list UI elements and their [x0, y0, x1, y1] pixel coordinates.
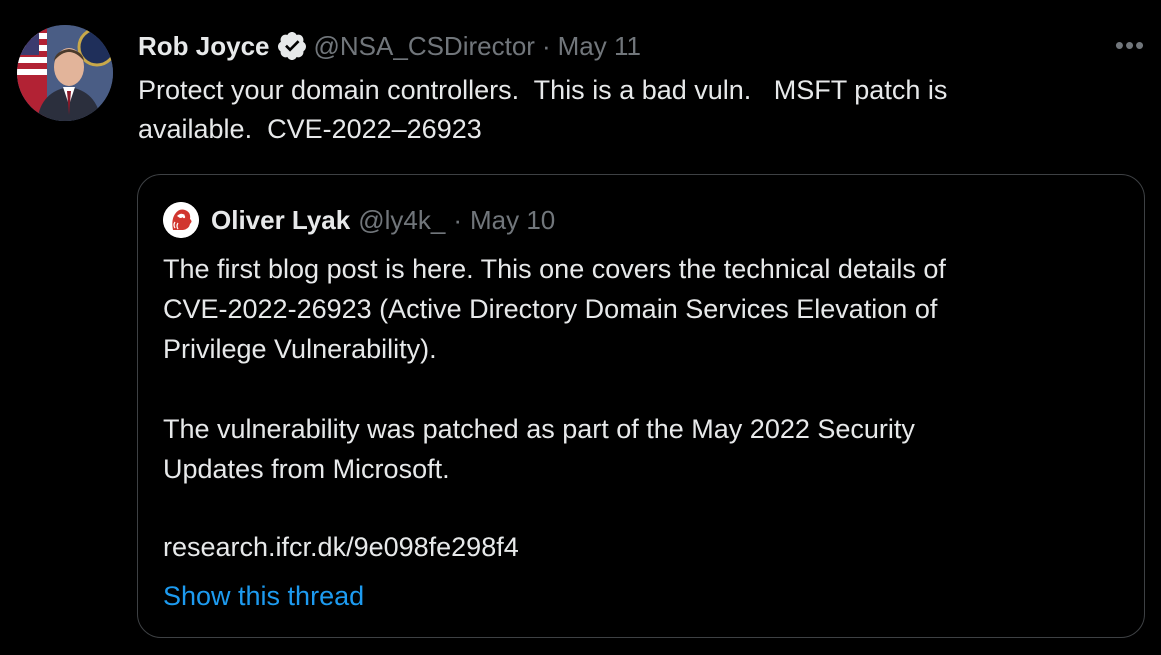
separator-dot: · [541, 30, 551, 61]
quoted-tweet-date[interactable]: May 10 [470, 205, 555, 236]
tweet-date[interactable]: May 11 [558, 31, 641, 62]
lion-logo-avatar[interactable] [163, 202, 199, 238]
author-avatar[interactable] [17, 25, 113, 121]
quoted-tweet[interactable]: Oliver Lyak @ly4k_ · May 10 The first bl… [137, 174, 1145, 638]
show-thread-link[interactable]: Show this thread [163, 576, 364, 616]
author-display-name[interactable]: Rob Joyce [138, 31, 270, 62]
quoted-tweet-link[interactable]: research.ifcr.dk/9e098fe298f4 [163, 527, 519, 567]
quoted-separator-dot: · [453, 204, 462, 235]
verified-badge-icon [276, 30, 308, 62]
quoted-tweet-header: Oliver Lyak @ly4k_ · May 10 [163, 202, 555, 238]
quoted-tweet-text: The first blog post is here. This one co… [163, 254, 946, 484]
tweet-header: Rob Joyce @NSA_CSDirector · May 11 [138, 29, 641, 63]
quoted-author-display-name[interactable]: Oliver Lyak [211, 205, 350, 236]
profile-photo-avatar [17, 25, 113, 121]
quoted-author-handle[interactable]: @ly4k_ [358, 205, 445, 236]
tweet-text: Protect your domain controllers. This is… [138, 75, 948, 144]
more-options-icon[interactable]: ••• [1113, 30, 1147, 60]
tweet: Rob Joyce @NSA_CSDirector · May 11 ••• P… [0, 0, 1161, 655]
author-handle[interactable]: @NSA_CSDirector [314, 31, 535, 62]
